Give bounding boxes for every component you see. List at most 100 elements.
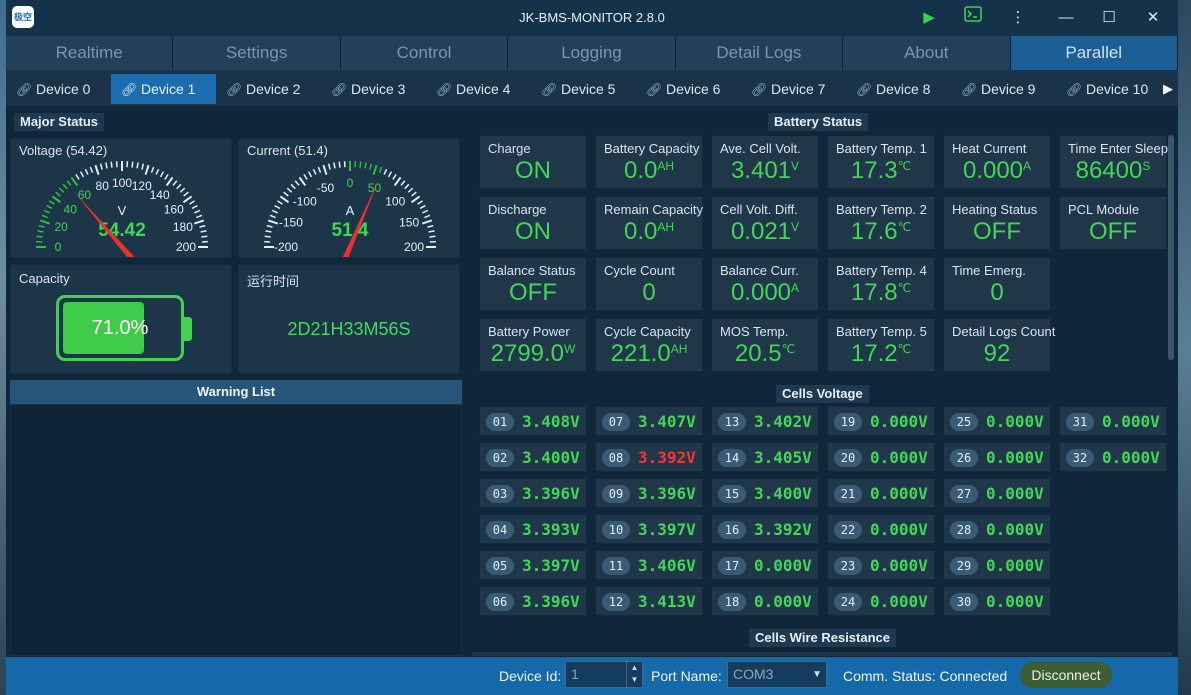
- tab-logging[interactable]: Logging: [508, 36, 676, 70]
- current-gauge-tick: [294, 180, 300, 186]
- status-card-battery-temp-2: Battery Temp. 2 17.6℃: [827, 196, 935, 250]
- device-tab-7[interactable]: 🔗︎ Device 7: [741, 74, 846, 104]
- device-tab-2[interactable]: 🔗︎ Device 2: [216, 74, 321, 104]
- device-tab-1[interactable]: 🔗︎ Device 1: [111, 74, 216, 104]
- voltage-gauge-card: Voltage (54.42) 0 20 40 60 80 100 120 140 160 180…: [10, 138, 232, 258]
- value-text: 17.6: [850, 218, 898, 245]
- status-card-heat-current: Heat Current 0.000A: [943, 135, 1051, 189]
- current-gauge-tick: [400, 180, 406, 186]
- cell-value-unit: V: [802, 556, 812, 575]
- cell-voltage-value: 0.000V: [1102, 412, 1160, 431]
- device-tab-6[interactable]: 🔗︎ Device 6: [636, 74, 741, 104]
- play-icon[interactable]: ▶: [916, 6, 942, 30]
- minimize-icon[interactable]: —: [1053, 6, 1079, 30]
- value-unit: V: [791, 159, 800, 173]
- capacity-label: Capacity: [19, 271, 70, 286]
- current-gauge-tick: [369, 163, 373, 170]
- status-card-value: 0.021V: [712, 218, 818, 246]
- cell-voltage-20: 20 0.000V: [827, 442, 935, 472]
- device-tab-label: Device 3: [351, 81, 406, 97]
- cell-number-badge: 11: [602, 557, 630, 575]
- tab-detail-logs[interactable]: Detail Logs: [675, 36, 844, 70]
- voltage-gauge-tick: [51, 195, 62, 204]
- terminal-icon[interactable]: [960, 6, 986, 30]
- cell-number-badge: 02: [486, 449, 514, 467]
- tab-realtime[interactable]: Realtime: [6, 36, 174, 70]
- value-unit: V: [791, 220, 800, 234]
- cell-value-text: 3.413: [638, 592, 687, 611]
- cell-number-badge: 24: [834, 593, 862, 611]
- cell-value-unit: V: [686, 592, 696, 611]
- cell-number-badge: 13: [718, 413, 746, 431]
- cells-wire-resistance-title: Cells Wire Resistance: [749, 629, 897, 647]
- device-tab-3[interactable]: 🔗︎ Device 3: [321, 74, 426, 104]
- device-id-spinbox[interactable]: 1 ▲ ▼: [565, 661, 643, 688]
- cell-voltage-17: 17 0.000V: [711, 550, 819, 580]
- cell-value-text: 3.397: [522, 556, 571, 575]
- tab-control[interactable]: Control: [340, 36, 509, 70]
- status-card-value: 2799.0W: [480, 340, 586, 368]
- device-tab-label: Device 9: [981, 81, 1036, 97]
- cell-voltage-11: 11 3.406V: [595, 550, 703, 580]
- voltage-gauge-value: 54.42: [98, 220, 146, 241]
- device-tab-10[interactable]: 🔗︎ Device 10: [1056, 74, 1161, 104]
- cell-voltage-value: 0.000V: [870, 592, 928, 611]
- more-options-icon[interactable]: ⋮: [1005, 6, 1031, 30]
- tab-about[interactable]: About: [843, 36, 1011, 70]
- close-icon[interactable]: ✕: [1140, 6, 1166, 30]
- right-panel-scrollbar[interactable]: [1168, 135, 1174, 360]
- status-card-value: 17.8℃: [828, 279, 934, 307]
- cells-voltage-title: Cells Voltage: [776, 385, 869, 403]
- cell-voltage-value: 3.400V: [522, 448, 580, 467]
- runtime-value: 2D21H33M56S: [287, 319, 411, 339]
- warning-list[interactable]: [10, 404, 462, 656]
- voltage-gauge-tick: [189, 200, 196, 205]
- voltage-gauge-tick: [159, 171, 165, 178]
- cell-value-unit: V: [570, 520, 580, 539]
- current-gauge-tick: [427, 224, 434, 228]
- voltage-gauge-tick-label: 140: [150, 188, 170, 202]
- current-gauge-tick: [424, 214, 431, 219]
- value-unit: ℃: [781, 342, 796, 356]
- voltage-gauge-tick: [150, 166, 155, 173]
- status-card-label: Cycle Capacity: [604, 324, 691, 339]
- device-tab-0[interactable]: 🔗︎ Device 0: [6, 74, 111, 104]
- broken-link-icon: 🔗︎: [436, 82, 453, 97]
- cell-value-text: 0.000: [870, 448, 919, 467]
- status-card-label: MOS Temp.: [720, 324, 789, 339]
- port-name-select[interactable]: COM3 ▼: [727, 661, 827, 688]
- current-gauge-tick: [264, 235, 271, 238]
- broken-link-icon: 🔗︎: [856, 82, 873, 97]
- value-text: 0.0: [623, 157, 658, 184]
- cell-value-unit: V: [570, 556, 580, 575]
- cell-voltage-value: 3.396V: [638, 484, 696, 503]
- device-tab-4[interactable]: 🔗︎ Device 4: [426, 74, 531, 104]
- spin-arrows-icon[interactable]: ▲ ▼: [626, 662, 642, 687]
- voltage-gauge-tick: [131, 161, 134, 168]
- tab-settings[interactable]: Settings: [173, 36, 341, 70]
- device-tab-label: Device 6: [666, 81, 721, 97]
- cell-value-unit: V: [570, 484, 580, 503]
- voltage-gauge-tick: [200, 230, 207, 233]
- maximize-icon[interactable]: ☐: [1096, 6, 1122, 30]
- device-tab-9[interactable]: 🔗︎ Device 9: [951, 74, 1056, 104]
- cell-voltage-value: 3.406V: [638, 556, 696, 575]
- value-text: 17.8: [850, 279, 898, 306]
- status-card-value: 0.0AH: [596, 218, 702, 246]
- right-panel[interactable]: Battery Status Charge ON Battery Capacity 0…: [468, 106, 1172, 656]
- value-unit: AH: [657, 220, 675, 234]
- device-tab-label: Device 4: [456, 81, 511, 97]
- voltage-gauge-tick: [183, 191, 189, 197]
- tab-scroll-right-icon[interactable]: ▶: [1158, 74, 1178, 104]
- status-card-battery-temp-1: Battery Temp. 1 17.3℃: [827, 135, 935, 189]
- disconnect-button[interactable]: Disconnect: [1020, 662, 1112, 688]
- cell-value-unit: V: [686, 520, 696, 539]
- voltage-gauge-tick-label: 0: [55, 240, 62, 254]
- device-id-value: 1: [571, 666, 579, 682]
- status-card-battery-temp-5: Battery Temp. 5 17.2℃: [827, 318, 935, 372]
- cell-value-text: 0.000: [870, 484, 919, 503]
- device-tab-5[interactable]: 🔗︎ Device 5: [531, 74, 636, 104]
- cell-voltage-value: 0.000V: [986, 592, 1044, 611]
- device-tab-8[interactable]: 🔗︎ Device 8: [846, 74, 951, 104]
- tab-parallel[interactable]: Parallel: [1010, 36, 1178, 70]
